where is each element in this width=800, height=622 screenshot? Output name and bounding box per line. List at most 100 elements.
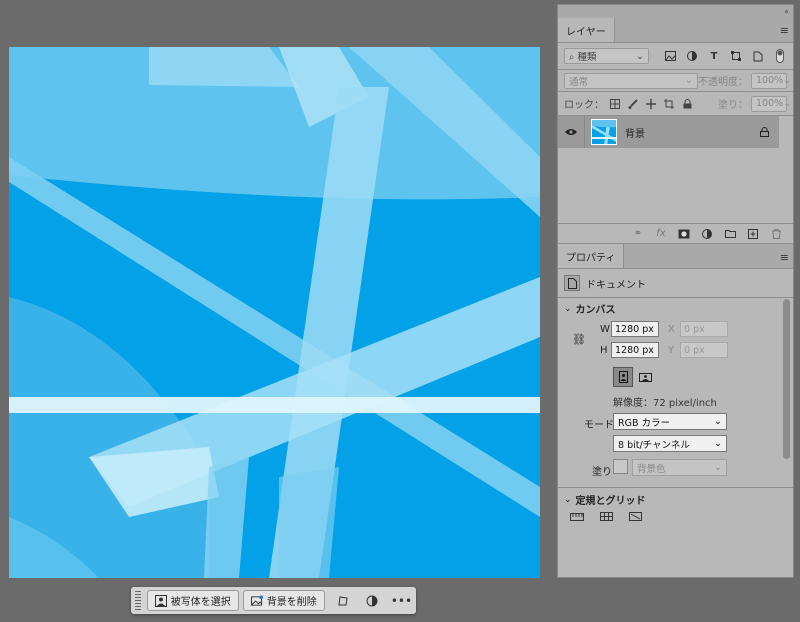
bit-depth-select[interactable]: 8 bit/チャンネル ⌄ [613, 435, 727, 452]
layer-thumbnail [591, 119, 617, 145]
width-label: W [600, 324, 610, 335]
chevron-down-icon: ⌄ [714, 416, 722, 427]
filter-toggle-icon[interactable] [773, 49, 787, 63]
fx-icon[interactable]: fx [654, 227, 668, 241]
fill-swatch[interactable] [613, 459, 628, 474]
grid-icon[interactable] [600, 512, 613, 524]
collapse-panels-icon[interactable]: « [784, 7, 789, 16]
panel-column: « レイヤー ≡ ⌕ 種類 ⌄ T 通常⌄ 不透明度： 100%⌄ ロック： [557, 4, 794, 578]
search-icon: ⌕ [569, 52, 575, 63]
tab-layers[interactable]: レイヤー [558, 18, 615, 42]
x-input[interactable]: 0 px [680, 321, 728, 337]
layer-list: 背景 [558, 115, 793, 223]
properties-body: ドキュメント ⌄ カンバス ⛓ W 1280 px X 0 px H 1280 … [558, 269, 793, 547]
mode-label: モード [584, 420, 614, 431]
canvas-section-title: カンバス [575, 305, 616, 316]
panel-top-strip: « [558, 5, 793, 17]
shape-filter-icon[interactable] [729, 49, 743, 63]
transform-icon[interactable] [329, 590, 358, 611]
y-input[interactable]: 0 px [680, 342, 728, 358]
color-mode-select[interactable]: RGB カラー ⌄ [613, 413, 727, 430]
color-mode-value: RGB カラー [618, 417, 670, 429]
document-icon [564, 275, 580, 291]
tab-properties[interactable]: プロパティ [558, 244, 625, 268]
remove-background-label: 背景を削除 [266, 597, 317, 608]
mask-icon[interactable] [677, 227, 691, 241]
ruler-icon[interactable] [570, 512, 584, 524]
image-icon [250, 594, 263, 607]
layer-filter-label: 種類 [577, 52, 597, 63]
link-icon[interactable]: ⚭ [631, 227, 645, 241]
landscape-orientation-icon[interactable] [635, 367, 655, 387]
select-subject-button[interactable]: 被写体を選択 [146, 590, 239, 611]
remove-background-button[interactable]: 背景を削除 [242, 590, 325, 611]
blend-mode-select[interactable]: 通常 ⌄ [564, 72, 698, 89]
contextual-task-bar: 被写体を選択 背景を削除 ••• [131, 587, 416, 614]
adjustment-layer-icon[interactable] [700, 227, 714, 241]
canvas-fill-select[interactable]: 背景色 ⌄ [632, 459, 727, 476]
canvas-section-header[interactable]: ⌄ カンバス [558, 297, 793, 319]
canvas-size-group: ⛓ W 1280 px X 0 px H 1280 px Y 0 px [558, 319, 793, 363]
height-label: H [600, 345, 608, 356]
link-dimensions-icon[interactable]: ⛓ [572, 333, 586, 346]
width-input[interactable]: 1280 px [611, 321, 659, 337]
bit-depth-value: 8 bit/チャンネル [618, 439, 690, 451]
rulers-section-header[interactable]: ⌄ 定規とグリッド [558, 487, 793, 511]
adjustment-icon[interactable] [358, 590, 387, 611]
properties-menu-icon[interactable]: ≡ [780, 251, 789, 264]
fill-group: 塗り： 100% ⌄ [718, 95, 791, 112]
lock-position-icon[interactable] [644, 97, 658, 111]
drag-handle[interactable] [135, 591, 141, 610]
layer-filter-select[interactable]: ⌕ 種類 ⌄ [564, 48, 649, 64]
person-icon [154, 594, 167, 607]
y-label: Y [668, 345, 675, 356]
guides-icon[interactable] [629, 512, 642, 524]
blend-row: 通常 ⌄ 不透明度： 100% ⌄ [558, 69, 793, 91]
opacity-field[interactable]: 100% ⌄ [751, 72, 791, 89]
lock-all-icon[interactable] [680, 97, 694, 111]
lock-artboard-icon[interactable] [662, 97, 676, 111]
lock-transparent-icon[interactable] [608, 97, 622, 111]
opacity-label: 不透明度： [698, 77, 748, 88]
portrait-orientation-icon[interactable] [613, 367, 633, 387]
chevron-down-icon: ⌄ [564, 303, 572, 314]
trash-icon[interactable] [769, 227, 783, 241]
eye-icon[interactable] [564, 125, 578, 139]
chevron-down-icon: ⌄ [783, 98, 792, 109]
smart-object-filter-icon[interactable] [751, 49, 765, 63]
canvas-fill-row: 塗り 背景色 ⌄ [558, 455, 793, 481]
adjustment-filter-icon[interactable] [685, 49, 699, 63]
fill-label: 塗り： [718, 100, 748, 111]
pixel-filter-icon[interactable] [663, 49, 677, 63]
more-options-icon[interactable]: ••• [387, 590, 416, 611]
properties-tabbar: プロパティ ≡ [558, 243, 793, 269]
rulers-section-title: 定規とグリッド [575, 496, 646, 507]
canvas-fill-label: 塗り [592, 467, 612, 478]
folder-icon[interactable] [723, 227, 737, 241]
canvas-artwork [9, 47, 540, 578]
chevron-down-icon: ⌄ [685, 75, 693, 86]
rulers-icons [558, 511, 793, 525]
chevron-down-icon: ⌄ [783, 75, 792, 86]
document-label: ドキュメント [586, 279, 646, 291]
new-layer-icon[interactable] [746, 227, 760, 241]
select-subject-label: 被写体を選択 [170, 597, 231, 608]
chevron-down-icon: ⌄ [636, 50, 644, 62]
layer-row-background[interactable]: 背景 [558, 116, 779, 148]
opacity-group: 不透明度： 100% ⌄ [698, 72, 791, 89]
lock-group: ロック： [564, 96, 694, 111]
layer-filter-icons: T [663, 49, 787, 63]
document-header: ドキュメント [558, 269, 793, 297]
lock-brush-icon[interactable] [626, 97, 640, 111]
fill-field[interactable]: 100% ⌄ [751, 95, 791, 112]
mode-row: モード RGB カラー ⌄ [558, 411, 793, 433]
x-label: X [668, 324, 675, 335]
document-canvas[interactable] [9, 47, 540, 578]
fill-value: 100% [756, 98, 784, 109]
height-input[interactable]: 1280 px [611, 342, 659, 358]
layers-footer: ⚭ fx [558, 223, 793, 243]
opacity-value: 100% [756, 75, 784, 86]
layer-name: 背景 [625, 128, 645, 140]
layers-menu-icon[interactable]: ≡ [780, 24, 789, 37]
type-filter-icon[interactable]: T [707, 49, 721, 63]
